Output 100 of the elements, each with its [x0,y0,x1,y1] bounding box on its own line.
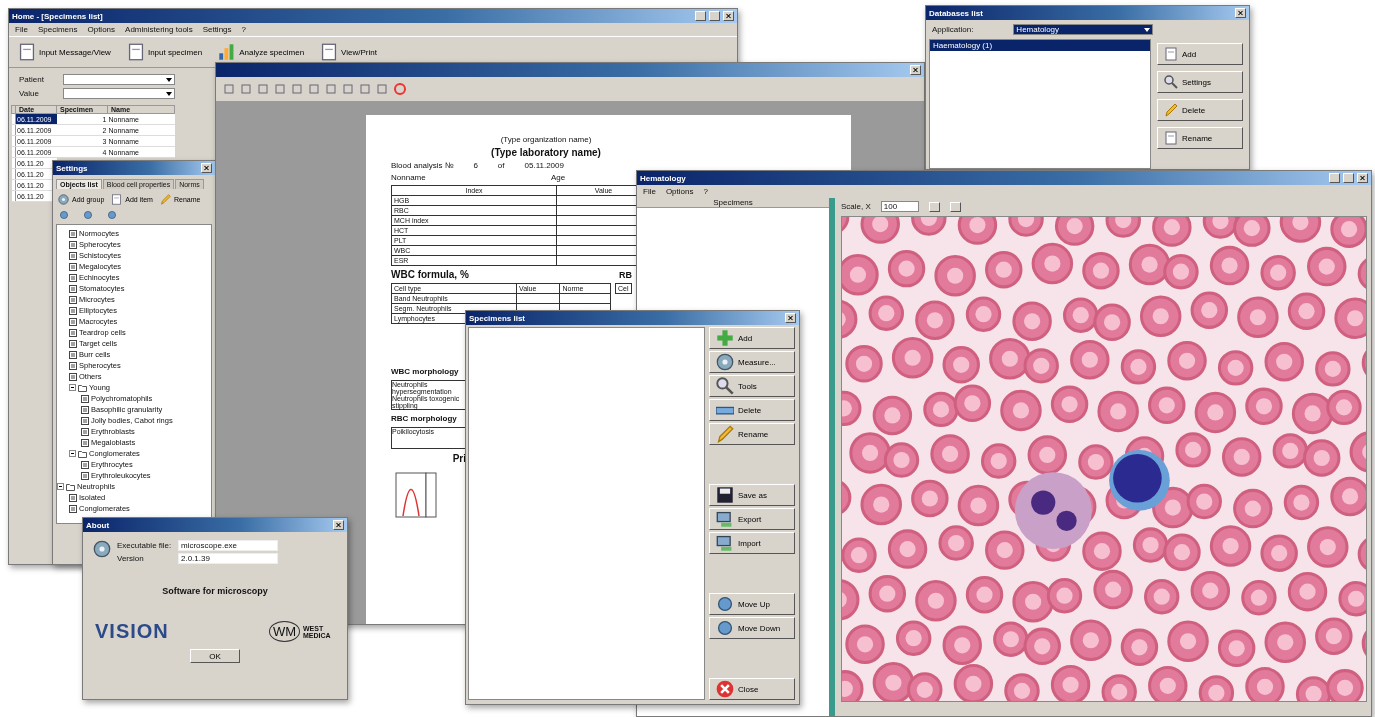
item-icon [69,317,77,326]
item-icon [69,273,77,282]
section-title: RBC morphology [391,414,458,423]
item-icon [81,460,89,469]
close-icon[interactable] [785,313,796,323]
toolbar-button[interactable]: View/Print [315,41,382,63]
item-icon [81,438,89,447]
minimize-button[interactable] [695,11,706,21]
dropdown-field[interactable] [63,88,175,99]
zoom-button[interactable] [949,201,961,212]
dot-icon [716,595,734,613]
maximize-button[interactable] [1343,173,1354,183]
magnifier-icon [716,377,734,395]
folder-icon [66,482,75,491]
dot-icon [83,210,93,220]
close-icon[interactable] [723,11,734,21]
stop-icon[interactable] [394,83,406,95]
action-button[interactable]: Delete [1157,99,1243,121]
folder-icon [78,449,87,458]
action-button[interactable]: Rename [709,423,795,445]
action-button[interactable]: Save as [709,484,795,506]
action-button[interactable]: Export [709,508,795,530]
section-title: RB [619,269,632,280]
menu-item[interactable]: Specimens [37,25,78,34]
application-label: Application: [932,25,974,34]
menu-item[interactable]: Settings [202,25,232,34]
action-button[interactable]: Move Up [709,593,795,615]
action-button[interactable]: Rename [1157,127,1243,149]
action-button[interactable]: Import [709,532,795,554]
item-icon [69,284,77,293]
action-button[interactable]: Close [709,678,795,700]
menu-item[interactable]: ? [703,187,708,196]
window-title: About [86,520,110,530]
section-title: WBC formula, % [391,269,470,280]
dropdown-field[interactable] [63,74,175,85]
caret-icon [1144,27,1151,32]
toolbar-button[interactable]: Input specimen [121,41,208,63]
close-icon[interactable] [1235,8,1246,18]
action-button[interactable]: Settings [1157,71,1243,93]
analysis-label: Blood analysis № [391,161,454,170]
application-dropdown[interactable]: Hematology [1013,24,1154,35]
tree-toggle-icon[interactable] [69,450,76,457]
item-icon [69,262,77,271]
close-icon[interactable] [333,520,344,530]
action-button[interactable]: Measure... [709,351,795,373]
action-button[interactable]: Add [709,327,795,349]
field-label: Version [117,554,145,563]
pencil-icon [716,425,734,443]
toolbar-button[interactable]: Analyze specimen [213,41,310,63]
item-icon [81,427,89,436]
maximize-button[interactable] [709,11,720,21]
zoom-button[interactable] [928,201,940,212]
info-field: microscope.exe [178,540,278,551]
filter-label: Value [19,89,40,98]
item-icon [81,405,89,414]
item-icon [69,328,77,337]
pencil-icon [159,194,171,205]
disc-icon [58,194,69,205]
close-icon[interactable] [910,65,921,75]
item-icon [69,372,77,381]
age-label: Age [551,173,566,182]
item-icon [81,416,89,425]
pane-header: Specimens [637,198,829,208]
item-icon [69,306,77,315]
close-icon[interactable] [201,163,212,173]
action-button[interactable]: Move Down [709,617,795,639]
menu-item[interactable]: ? [241,25,246,34]
close-icon [716,680,734,698]
analysis-number: 6 [473,161,478,170]
menu-item[interactable]: Options [87,25,116,34]
list-item[interactable]: Haematology (1) [930,40,1150,51]
action-button[interactable]: Tools [709,375,795,397]
tree-toggle-icon[interactable] [57,483,64,490]
action-button[interactable]: Delete [709,399,795,421]
window-title: Home - [Specimens list] [12,11,103,21]
menu-item[interactable]: Options [665,187,694,196]
menu-item[interactable]: Administering tools [125,25,193,34]
tagline: Software for microscopy [161,586,269,596]
action-button[interactable]: Add [1157,43,1243,65]
toolbar-button[interactable]: Input Message/View [13,41,116,63]
analysis-date: 05.11.2009 [524,161,564,170]
window-title: Hematology [640,173,686,183]
disc-icon [93,540,111,558]
tree-toggle-icon[interactable] [69,384,76,391]
magnifier-icon [1164,75,1178,89]
window-title: Settings [56,163,88,173]
scale-field[interactable]: 100 [880,201,919,212]
info-field: 2.0.1.39 [178,553,278,564]
caret-icon [166,77,172,82]
ok-button[interactable]: OK [190,649,240,663]
item-icon [69,350,77,359]
minimize-button[interactable] [1329,173,1340,183]
menu-item[interactable]: File [15,25,28,34]
laboratory-name: (Type laboratory name) [490,147,602,158]
item-icon [81,394,89,403]
close-icon[interactable] [1357,173,1368,183]
of-label: of [497,161,505,170]
item-icon [69,295,77,304]
computer-icon [716,510,734,528]
plus-icon [716,329,734,347]
